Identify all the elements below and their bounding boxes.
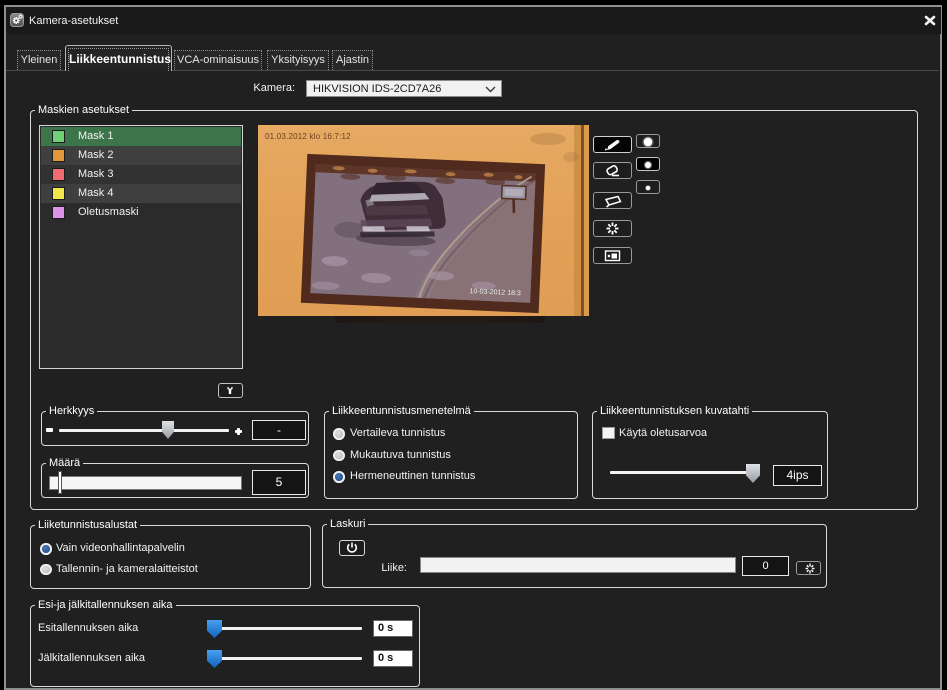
svg-text:01.03.2012 klo 16:7:12: 01.03.2012 klo 16:7:12 (265, 132, 351, 141)
